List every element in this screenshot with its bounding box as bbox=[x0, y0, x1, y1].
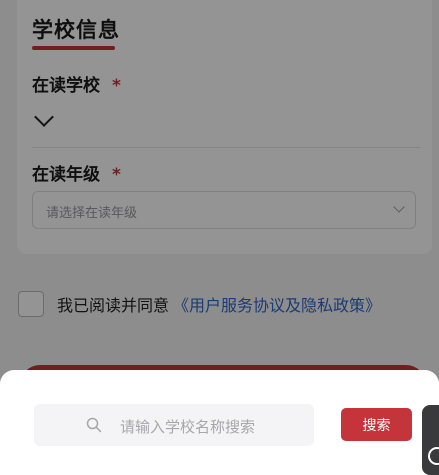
side-tab-icon bbox=[428, 447, 439, 465]
search-icon bbox=[86, 417, 102, 433]
school-search-input[interactable]: 请输入学校名称搜索 bbox=[34, 404, 314, 446]
search-input-placeholder: 请输入学校名称搜索 bbox=[120, 418, 256, 436]
floating-side-tab[interactable] bbox=[422, 405, 439, 475]
search-button[interactable]: 搜索 bbox=[341, 408, 412, 441]
school-search-sheet: 请输入学校名称搜索 搜索 bbox=[0, 370, 439, 475]
